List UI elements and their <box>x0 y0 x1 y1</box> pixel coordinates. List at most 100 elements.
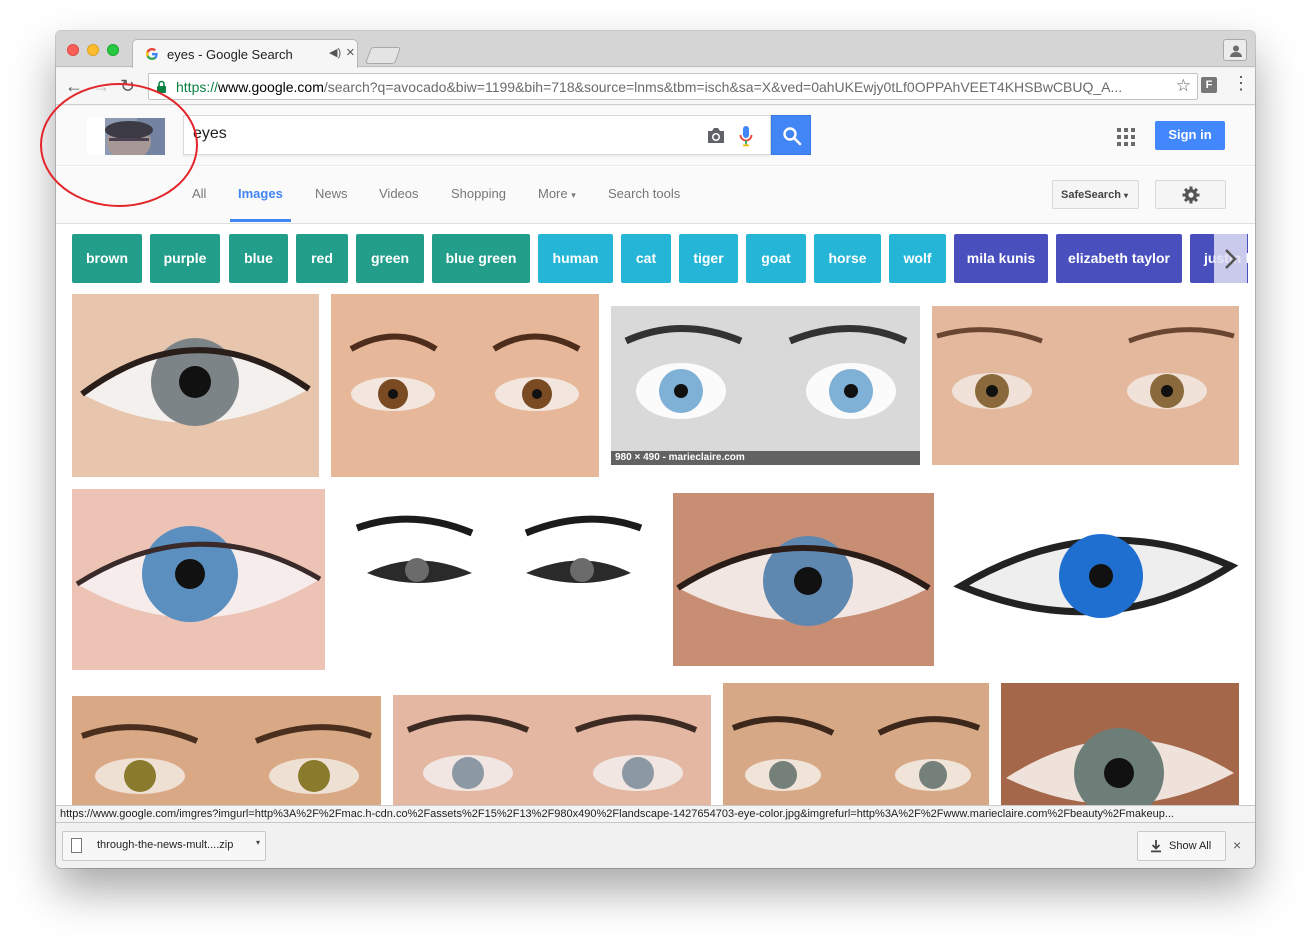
search-query-text: eyes <box>193 125 227 142</box>
related-search-chips: brown purple blue red green blue green h… <box>72 234 1248 284</box>
image-result-3[interactable]: 980 × 490 - marieclaire.com <box>611 306 920 465</box>
eye-photo <box>72 489 325 670</box>
eye-iris <box>298 760 330 792</box>
download-file-name: through-the-news-mult....zip <box>97 839 234 851</box>
eye-iris <box>919 761 947 789</box>
image-result-2[interactable] <box>331 294 599 477</box>
download-item[interactable]: through-the-news-mult....zip ▾ <box>62 831 266 861</box>
chip-purple[interactable]: purple <box>150 234 220 283</box>
minimize-window-button[interactable] <box>87 44 99 56</box>
tab-more[interactable]: More ▾ <box>538 186 576 201</box>
extension-icon[interactable]: F <box>1201 77 1217 93</box>
magnifier-icon <box>783 127 802 146</box>
tab-videos[interactable]: Videos <box>379 186 419 201</box>
eye-iris <box>769 761 797 789</box>
close-window-button[interactable] <box>67 44 79 56</box>
eye-iris <box>452 757 484 789</box>
sign-in-button[interactable]: Sign in <box>1155 121 1225 150</box>
eye-photo <box>72 696 381 805</box>
chips-next-button[interactable] <box>1214 234 1247 283</box>
chip-blue-green[interactable]: blue green <box>432 234 530 283</box>
tab-close-icon[interactable]: × <box>346 44 355 61</box>
tab-title: eyes - Google Search <box>167 47 293 62</box>
chip-goat[interactable]: goat <box>746 234 806 283</box>
chevron-down-icon[interactable]: ▾ <box>256 838 260 847</box>
tab-search-tools[interactable]: Search tools <box>608 186 680 201</box>
red-annotation-circle <box>40 83 198 207</box>
eye-photo <box>673 493 934 666</box>
tab-bar: eyes - Google Search ◀) × <box>56 31 1255 68</box>
eye-photo <box>331 294 599 477</box>
image-result-12[interactable] <box>1001 683 1239 805</box>
image-result-4[interactable] <box>932 306 1239 465</box>
image-result-11[interactable] <box>723 683 989 805</box>
url-host: www.google.com <box>218 79 324 95</box>
chip-tiger[interactable]: tiger <box>679 234 738 283</box>
status-bar-url: https://www.google.com/imgres?imgurl=htt… <box>56 805 1255 822</box>
zoom-window-button[interactable] <box>107 44 119 56</box>
tab-shopping[interactable]: Shopping <box>451 186 506 201</box>
google-favicon-icon <box>146 48 158 60</box>
image-result-6[interactable] <box>337 503 661 658</box>
search-button[interactable] <box>771 115 811 155</box>
eye-photo <box>611 306 920 465</box>
downloads-shelf: through-the-news-mult....zip ▾ Show All … <box>56 822 1255 868</box>
show-all-label: Show All <box>1169 840 1212 852</box>
chip-human[interactable]: human <box>538 234 613 283</box>
profile-button[interactable] <box>1223 39 1247 61</box>
chip-cat[interactable]: cat <box>621 234 671 283</box>
search-input[interactable]: eyes <box>183 115 771 155</box>
chip-green[interactable]: green <box>356 234 424 283</box>
tab-all[interactable]: All <box>192 186 206 201</box>
image-result-5[interactable] <box>72 489 325 670</box>
image-result-9[interactable] <box>72 696 381 805</box>
chip-elizabeth-taylor[interactable]: elizabeth taylor <box>1056 234 1182 283</box>
bookmark-star-icon[interactable]: ☆ <box>1176 76 1191 96</box>
image-result-10[interactable] <box>393 695 711 805</box>
browser-toolbar: ← → ↻ https://www.google.com/search?q=av… <box>56 68 1255 105</box>
search-header: eyes Sign in <box>56 106 1255 166</box>
tab-audio-icon[interactable]: ◀) <box>329 46 341 59</box>
image-result-8[interactable] <box>946 496 1239 663</box>
close-downloads-icon[interactable]: × <box>1233 837 1241 853</box>
camera-icon[interactable] <box>706 127 726 144</box>
url-scheme: https:// <box>176 79 219 95</box>
person-icon <box>1230 45 1242 57</box>
image-result-7[interactable] <box>673 493 934 666</box>
apps-grid-icon[interactable] <box>1117 128 1135 146</box>
show-all-downloads-button[interactable]: Show All <box>1137 831 1226 861</box>
screenshot-stage: eyes - Google Search ◀) × ← → ↻ https://… <box>0 0 1311 948</box>
eye-iris <box>570 558 594 582</box>
active-tab-indicator <box>230 219 291 222</box>
eye-photo <box>72 294 319 477</box>
chip-wolf[interactable]: wolf <box>889 234 946 283</box>
chip-brown[interactable]: brown <box>72 234 142 283</box>
tab-images[interactable]: Images <box>238 186 283 201</box>
url-path: /search?q=avocado&biw=1199&bih=718&sourc… <box>323 79 1123 95</box>
eye-iris <box>405 558 429 582</box>
new-tab-button[interactable] <box>364 47 402 64</box>
eye-iris <box>124 760 156 792</box>
image-result-1[interactable] <box>72 294 319 477</box>
settings-button[interactable] <box>1155 180 1226 209</box>
chip-horse[interactable]: horse <box>814 234 881 283</box>
download-icon <box>1151 840 1161 853</box>
tab-news[interactable]: News <box>315 186 348 201</box>
chip-mila-kunis[interactable]: mila kunis <box>954 234 1048 283</box>
chip-red[interactable]: red <box>296 234 348 283</box>
chip-blue[interactable]: blue <box>229 234 288 283</box>
tab-more-label: More <box>538 186 568 201</box>
eye-photo <box>723 683 989 805</box>
eye-iris <box>622 757 654 789</box>
file-icon <box>71 838 82 853</box>
image-caption: 980 × 490 - marieclaire.com <box>611 451 920 465</box>
safesearch-dropdown[interactable]: SafeSearch ▾ <box>1052 180 1139 209</box>
eye-photo <box>337 503 661 658</box>
browser-menu-icon[interactable]: ⋮ <box>1232 74 1250 92</box>
google-images-page: eyes Sign in All Images News Videos Shop… <box>56 106 1255 805</box>
address-bar[interactable]: https://www.google.com/search?q=avocado&… <box>148 73 1198 100</box>
chevron-right-icon <box>1225 249 1237 269</box>
eye-photo <box>1001 683 1239 805</box>
microphone-icon[interactable] <box>739 125 753 147</box>
browser-tab[interactable]: eyes - Google Search ◀) × <box>132 39 358 68</box>
